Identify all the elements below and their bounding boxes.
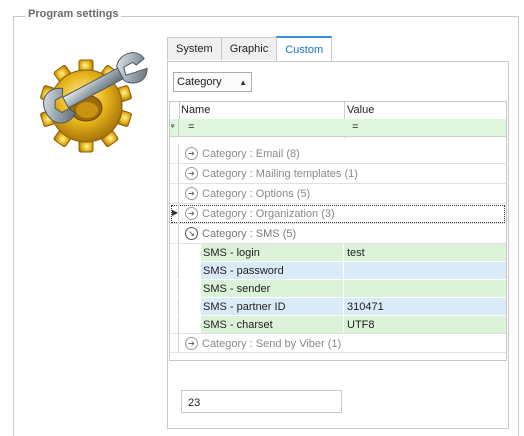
tab-custom[interactable]: Custom — [276, 36, 333, 61]
group-label: Category : Email (8) — [202, 148, 300, 160]
expand-icon[interactable]: ➔ — [185, 207, 198, 220]
setting-name: SMS - password — [201, 262, 344, 279]
tab-system[interactable]: System — [167, 37, 222, 60]
table-row[interactable]: SMS - sender — [170, 280, 506, 298]
expand-icon[interactable]: ➔ — [185, 167, 198, 180]
filter-icon: ᵠ — [171, 122, 175, 131]
group-title: Program settings — [25, 8, 122, 20]
filter-row[interactable]: ᵠ = = — [170, 119, 506, 137]
sort-ascending-icon: ▲ — [239, 77, 247, 87]
setting-name: SMS - charset — [201, 316, 344, 333]
setting-value[interactable]: 310471 — [344, 298, 506, 315]
group-label: Category : Send by Viber (1) — [202, 338, 342, 350]
column-header-name[interactable]: Name — [181, 104, 210, 116]
expand-icon[interactable]: ➔ — [185, 147, 198, 160]
group-row-send-by-viber[interactable]: ➔ Category : Send by Viber (1) — [170, 333, 506, 353]
settings-gear-wrench-icon — [40, 52, 148, 153]
setting-name: SMS - login — [201, 244, 344, 261]
setting-name: SMS - partner ID — [201, 298, 344, 315]
settings-tabs: System Graphic Custom — [167, 36, 333, 61]
record-count-field: 23 — [181, 390, 342, 413]
setting-value[interactable] — [344, 262, 506, 279]
setting-value[interactable] — [344, 280, 506, 297]
group-label: Category : SMS (5) — [202, 228, 297, 240]
group-row-sms[interactable]: ↘ Category : SMS (5) — [170, 224, 506, 244]
group-label: Category : Options (5) — [202, 188, 311, 200]
current-row-arrow-icon: ▶ — [172, 208, 179, 217]
table-row[interactable]: SMS - login test — [170, 244, 506, 262]
group-row-organization[interactable]: ▶ ➔ Category : Organization (3) — [170, 204, 506, 224]
group-label: Category : Organization (3) — [202, 208, 335, 220]
expand-icon[interactable]: ➔ — [185, 187, 198, 200]
collapse-icon[interactable]: ↘ — [185, 227, 198, 240]
setting-name: SMS - sender — [201, 280, 344, 297]
grid-header: Name Value — [170, 102, 506, 120]
column-header-value[interactable]: Value — [347, 104, 374, 116]
table-row[interactable]: SMS - password — [170, 262, 506, 280]
group-label: Category : Mailing templates (1) — [202, 168, 358, 180]
filter-row-indicator: ᵠ — [170, 119, 179, 136]
filter-value-condition[interactable]: = — [352, 121, 358, 133]
group-row-email[interactable]: ➔ Category : Email (8) — [170, 144, 506, 164]
group-by-category-button[interactable]: Category ▲ — [173, 72, 252, 92]
setting-value[interactable]: test — [344, 244, 506, 261]
table-row[interactable]: SMS - partner ID 310471 — [170, 298, 506, 316]
group-by-label: Category — [177, 76, 222, 88]
tab-graphic[interactable]: Graphic — [220, 37, 278, 60]
group-row-mailing-templates[interactable]: ➔ Category : Mailing templates (1) — [170, 164, 506, 184]
expand-icon[interactable]: ➔ — [185, 337, 198, 350]
setting-value[interactable]: UTF8 — [344, 316, 506, 333]
settings-grid: Name Value ᵠ = = ➔ Category : Email (8) … — [169, 101, 507, 361]
table-row[interactable]: SMS - charset UTF8 — [170, 316, 506, 334]
filter-name-condition[interactable]: = — [188, 121, 194, 133]
group-row-options[interactable]: ➔ Category : Options (5) — [170, 184, 506, 204]
